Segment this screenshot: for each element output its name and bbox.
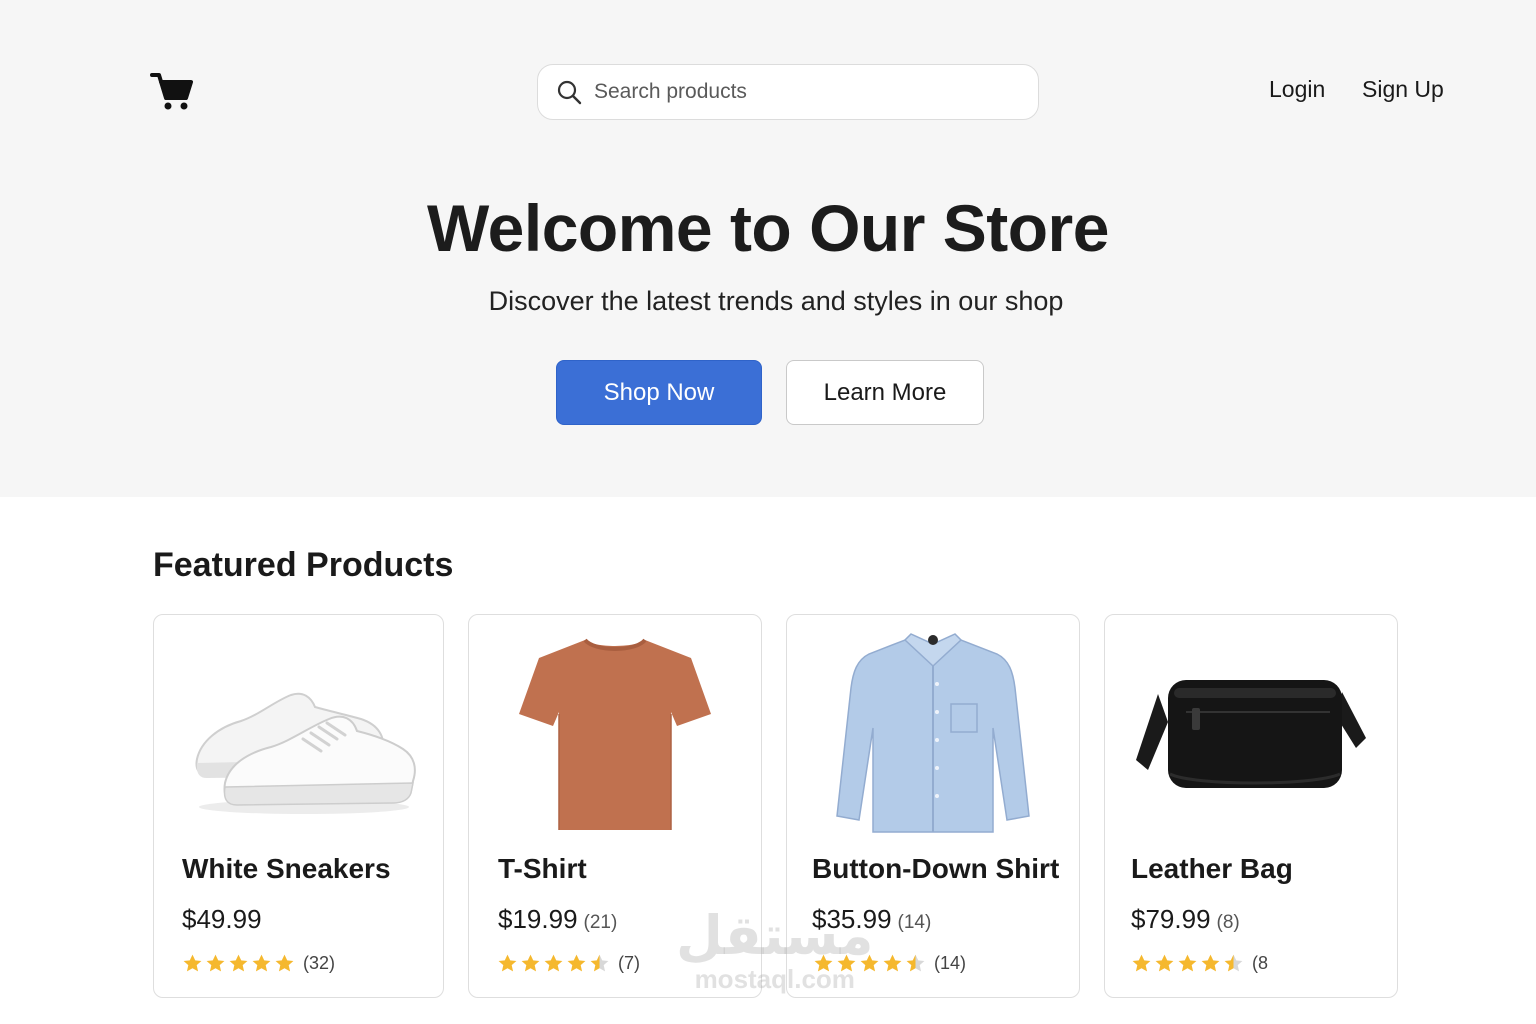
price-count: (21) <box>583 912 618 933</box>
search-input[interactable] <box>594 80 994 104</box>
product-rating: (7) <box>497 953 640 974</box>
rating-count: (8 <box>1252 953 1269 973</box>
star-icon <box>544 954 563 972</box>
hero-title: Welcome to Our Store <box>427 191 1109 265</box>
star-icon <box>1201 954 1220 972</box>
price-value: $49.99 <box>182 904 262 934</box>
product-price: $35.99 (14) <box>812 904 931 935</box>
orange-tshirt-image <box>469 629 761 839</box>
star-icon <box>252 954 271 972</box>
product-price: $79.99 (8) <box>1131 904 1240 935</box>
star-icon <box>883 954 902 972</box>
product-card-button-down-shirt[interactable]: Button-Down Shirt $35.99 (14) (14) <box>786 614 1080 998</box>
star-icon <box>229 954 248 972</box>
product-name[interactable]: Leather Bag <box>1131 853 1293 885</box>
star-icon <box>590 954 609 972</box>
star-icon <box>1178 954 1197 972</box>
rating-count: (32) <box>303 953 336 973</box>
product-rating: (14) <box>813 953 966 974</box>
product-card-tshirt[interactable]: T-Shirt $19.99 (21) (7) <box>468 614 762 998</box>
learn-more-button[interactable]: Learn More <box>786 360 984 425</box>
black-leather-bag-image <box>1105 629 1397 839</box>
product-card-white-sneakers[interactable]: White Sneakers $49.99 (32) <box>153 614 444 998</box>
featured-products-title: Featured Products <box>153 546 454 584</box>
price-value: $19.99 <box>498 904 578 934</box>
product-rating: (8 <box>1131 953 1268 974</box>
product-card-leather-bag[interactable]: Leather Bag $79.99 (8) (8 <box>1104 614 1398 998</box>
login-link[interactable]: Login <box>1269 76 1325 103</box>
product-rating: (32) <box>182 953 335 974</box>
price-count: (14) <box>897 912 932 933</box>
price-value: $79.99 <box>1131 904 1211 934</box>
shop-now-button[interactable]: Shop Now <box>556 360 762 425</box>
star-icon <box>183 954 202 972</box>
search-bar[interactable] <box>537 64 1039 120</box>
white-sneakers-image <box>154 629 443 839</box>
star-icon <box>1132 954 1151 972</box>
shopping-cart-icon[interactable] <box>150 72 194 112</box>
star-icon <box>521 954 540 972</box>
blue-button-down-shirt-image <box>787 629 1079 839</box>
star-icon <box>498 954 517 972</box>
price-count: (8) <box>1216 912 1240 933</box>
star-icon <box>814 954 833 972</box>
star-icon <box>206 954 225 972</box>
rating-stars <box>813 953 926 974</box>
rating-count: (7) <box>618 953 640 973</box>
star-icon <box>567 954 586 972</box>
rating-count: (14) <box>934 953 967 973</box>
hero-section: Login Sign Up Welcome to Our Store Disco… <box>0 0 1536 497</box>
hero-subtitle: Discover the latest trends and styles in… <box>488 286 1064 316</box>
star-icon <box>906 954 925 972</box>
product-price: $49.99 <box>182 904 268 935</box>
signup-link[interactable]: Sign Up <box>1362 76 1444 103</box>
star-icon <box>1155 954 1174 972</box>
product-name[interactable]: White Sneakers <box>182 853 391 885</box>
product-name[interactable]: T-Shirt <box>498 853 587 885</box>
star-icon <box>275 954 294 972</box>
star-icon <box>860 954 879 972</box>
rating-stars <box>497 953 610 974</box>
rating-stars <box>1131 953 1244 974</box>
star-icon <box>1224 954 1243 972</box>
product-price: $19.99 (21) <box>498 904 617 935</box>
search-icon <box>556 79 582 105</box>
rating-stars <box>182 953 295 974</box>
price-value: $35.99 <box>812 904 892 934</box>
product-name[interactable]: Button-Down Shirt <box>812 853 1059 885</box>
star-icon <box>837 954 856 972</box>
